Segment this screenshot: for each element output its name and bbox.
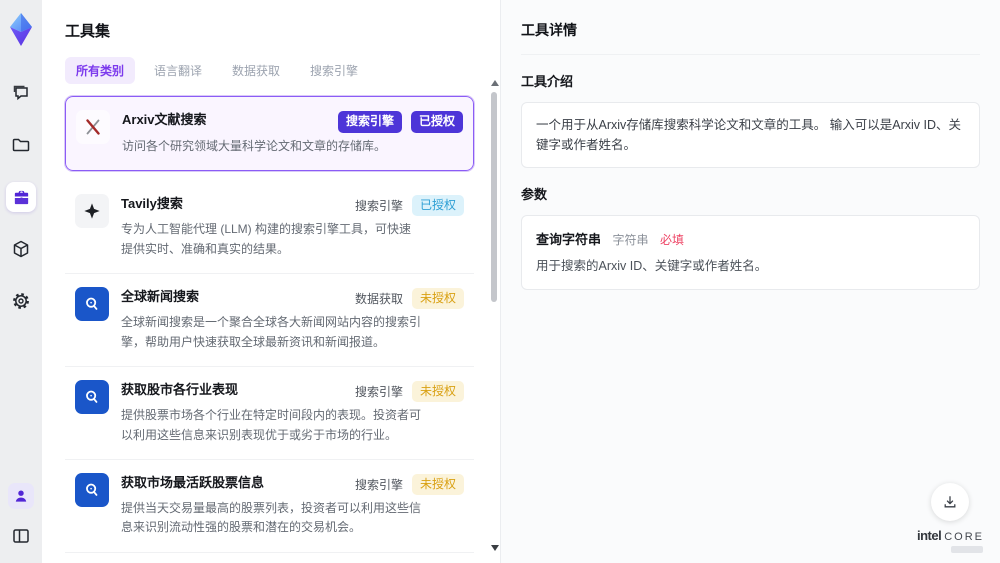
tool-name: 获取市场最活跃股票信息 bbox=[121, 474, 265, 490]
auth-status-badge: 已授权 bbox=[410, 111, 463, 133]
download-icon bbox=[942, 494, 958, 510]
category-label: 搜索引擎 bbox=[354, 199, 403, 214]
sidebar-item-chat[interactable] bbox=[6, 78, 36, 108]
list-scrollbar[interactable] bbox=[489, 80, 499, 551]
tool-card-tavily[interactable]: Tavily搜索 搜索引擎 已授权 专为人工智能代理 (LLM) 构建的搜索引擎… bbox=[65, 181, 474, 274]
arxiv-logo-icon bbox=[76, 110, 110, 144]
brand-subtext bbox=[951, 546, 984, 553]
parameter-description: 用于搜索的Arxiv ID、关键字或作者姓名。 bbox=[536, 259, 768, 273]
category-label: 搜索引擎 bbox=[354, 477, 403, 492]
tab-data-fetch[interactable]: 数据获取 bbox=[221, 57, 291, 84]
intro-heading: 工具介绍 bbox=[521, 74, 574, 89]
auth-status-badge: 未授权 bbox=[411, 287, 464, 310]
auth-status-badge: 未授权 bbox=[411, 380, 464, 403]
tool-description: 提供当天交易量最高的股票列表，投资者可以利用这些信息来识别流动性强的股票和潜在的… bbox=[121, 501, 422, 535]
parameter-card: 查询字符串 字符串 必填 用于搜索的Arxiv ID、关键字或作者姓名。 bbox=[521, 215, 980, 290]
category-label: 数据获取 bbox=[354, 292, 403, 307]
four-point-star-icon bbox=[75, 193, 109, 228]
app-logo bbox=[1, 8, 41, 52]
scroll-down-arrow-icon[interactable] bbox=[491, 545, 499, 551]
parameter-header: 查询字符串 字符串 必填 bbox=[536, 229, 965, 249]
corner-widgets: intel CORE bbox=[917, 483, 984, 555]
sidebar-item-collapse[interactable] bbox=[6, 521, 36, 551]
tool-name: Tavily搜索 bbox=[121, 195, 183, 211]
tool-description: 提供股票市场各个行业在特定时间段内的表现。投资者可以利用这些信息来识别表现优于或… bbox=[121, 408, 422, 442]
parameter-type: 字符串 bbox=[612, 233, 649, 247]
download-button[interactable] bbox=[931, 483, 970, 521]
magnifier-blue-icon bbox=[75, 286, 109, 321]
auth-status-badge: 已授权 bbox=[411, 194, 464, 217]
tool-card-global-news[interactable]: 全球新闻搜索 数据获取 未授权 全球新闻搜索是一个聚合全球各大新闻网站内容的搜索… bbox=[65, 274, 474, 367]
required-label: 必填 bbox=[659, 233, 684, 247]
category-tabs: 所有类别 语言翻译 数据获取 搜索引擎 bbox=[65, 57, 490, 84]
panel-icon bbox=[11, 526, 31, 546]
chat-icon bbox=[11, 83, 31, 103]
tool-name: Arxiv文献搜索 bbox=[122, 112, 207, 127]
tool-description: 全球新闻搜索是一个聚合全球各大新闻网站内容的搜索引擎，帮助用户快速获取全球最新资… bbox=[121, 315, 422, 349]
category-badge: 搜索引擎 bbox=[337, 111, 402, 133]
parameter-name: 查询字符串 bbox=[536, 232, 602, 247]
tab-search-engine[interactable]: 搜索引擎 bbox=[299, 57, 369, 84]
auth-status-badge: 未授权 bbox=[411, 473, 464, 496]
tab-all-categories[interactable]: 所有类别 bbox=[65, 57, 136, 84]
sidebar bbox=[0, 0, 42, 563]
tool-details-panel: 工具详情 工具介绍 一个用于从Arxiv存储库搜索科学论文和文章的工具。 输入可… bbox=[500, 0, 1000, 563]
page-title: 工具集 bbox=[65, 23, 111, 40]
scroll-up-arrow-icon[interactable] bbox=[491, 80, 499, 86]
briefcase-icon bbox=[12, 188, 31, 207]
intel-wordmark: intel bbox=[916, 528, 942, 543]
intel-core-logo: intel CORE bbox=[917, 528, 984, 543]
details-title: 工具详情 bbox=[521, 20, 980, 55]
cube-icon bbox=[11, 239, 31, 259]
gear-icon bbox=[11, 291, 31, 311]
params-heading: 参数 bbox=[521, 187, 548, 202]
sidebar-item-toolset[interactable] bbox=[6, 182, 36, 212]
category-label: 搜索引擎 bbox=[354, 385, 403, 400]
intro-text-box: 一个用于从Arxiv存储库搜索科学论文和文章的工具。 输入可以是Arxiv ID… bbox=[521, 102, 980, 168]
toolset-panel: 工具集 所有类别 语言翻译 数据获取 搜索引擎 Arxiv文献搜索 搜索引擎 已… bbox=[42, 0, 500, 563]
magnifier-blue-icon bbox=[75, 472, 109, 507]
sidebar-item-account[interactable] bbox=[8, 483, 34, 509]
tab-translation[interactable]: 语言翻译 bbox=[143, 57, 213, 84]
folder-icon bbox=[11, 135, 31, 155]
magnifier-blue-icon bbox=[75, 379, 109, 414]
tool-card-active-stocks[interactable]: 获取市场最活跃股票信息 搜索引擎 未授权 提供当天交易量最高的股票列表，投资者可… bbox=[65, 460, 474, 553]
tool-card-stock-sector[interactable]: 获取股市各行业表现 搜索引擎 未授权 提供股票市场各个行业在特定时间段内的表现。… bbox=[65, 367, 474, 460]
sidebar-item-settings[interactable] bbox=[6, 286, 36, 316]
core-wordmark: CORE bbox=[944, 531, 984, 543]
tool-card-arxiv[interactable]: Arxiv文献搜索 搜索引擎 已授权 访问各个研究领域大量科学论文和文章的存储库… bbox=[64, 95, 475, 172]
tool-description: 专为人工智能代理 (LLM) 构建的搜索引擎工具，可快速提供实时、准确和真实的结… bbox=[121, 222, 412, 256]
tool-card-regional-news[interactable]: 万维地区新闻查询 搜索引擎 未授权 查询具体行政区划内的新闻，快速了解各地新闻动 bbox=[65, 553, 474, 563]
tool-name: 获取股市各行业表现 bbox=[121, 381, 239, 397]
tool-list: Arxiv文献搜索 搜索引擎 已授权 访问各个研究领域大量科学论文和文章的存储库… bbox=[64, 95, 490, 563]
sidebar-item-plugins[interactable] bbox=[6, 234, 36, 264]
tool-name: 全球新闻搜索 bbox=[121, 288, 200, 304]
sidebar-item-files[interactable] bbox=[6, 130, 36, 160]
app-window: 工具集 所有类别 语言翻译 数据获取 搜索引擎 Arxiv文献搜索 搜索引擎 已… bbox=[0, 0, 1000, 563]
user-icon bbox=[13, 488, 29, 504]
scrollbar-thumb[interactable] bbox=[491, 92, 497, 302]
tool-description: 访问各个研究领域大量科学论文和文章的存储库。 bbox=[122, 138, 387, 153]
